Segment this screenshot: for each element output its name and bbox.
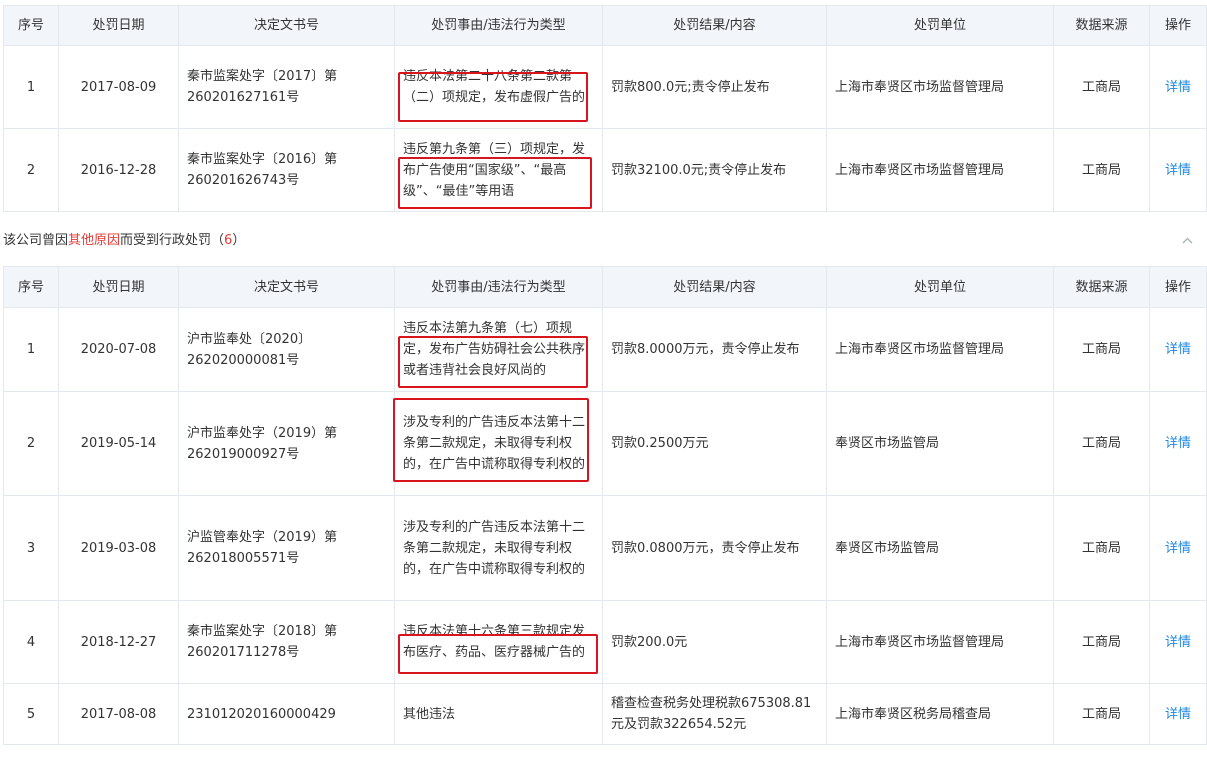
- row-date: 2019-05-14: [58, 391, 179, 496]
- row-unit: 奉贤区市场监管局: [826, 495, 1054, 601]
- row-cause-text: 违反本法第十六条第三款规定发布医疗、药品、医疗器械广告的: [403, 624, 586, 660]
- row-doc: 秦市监案处字〔2018〕第260201711278号: [178, 600, 395, 684]
- row-cause: 违反本法第十六条第三款规定发布医疗、药品、医疗器械广告的: [394, 600, 603, 684]
- row-source: 工商局: [1053, 683, 1150, 745]
- row-no: 1: [3, 307, 59, 392]
- row-source: 工商局: [1053, 391, 1150, 496]
- row-no: 3: [3, 495, 59, 601]
- section-prefix: 该公司曾因: [3, 233, 69, 248]
- row-date: 2018-12-27: [58, 600, 179, 684]
- section-other-reasons: 该公司曾因其他原因而受到行政处罚（6）: [3, 229, 1206, 253]
- penalty-table-1: 序号 处罚日期 决定文书号 处罚事由/违法行为类型 处罚结果/内容 处罚单位 数…: [3, 5, 1207, 212]
- table-row: 3 2019-03-08 沪监管奉处字（2019）第262018005571号 …: [3, 495, 1207, 601]
- row-unit: 上海市奉贤区市场监督管理局: [826, 45, 1054, 129]
- row-doc: 秦市监案处字〔2017〕第260201627161号: [178, 45, 395, 129]
- row-no: 2: [3, 391, 59, 496]
- table-row: 2 2016-12-28 秦市监案处字〔2016〕第260201626743号 …: [3, 128, 1207, 212]
- col-header-cause: 处罚事由/违法行为类型: [394, 5, 603, 46]
- col-header-source: 数据来源: [1053, 266, 1150, 308]
- col-header-unit: 处罚单位: [826, 266, 1054, 308]
- table-row: 4 2018-12-27 秦市监案处字〔2018〕第260201711278号 …: [3, 600, 1207, 684]
- table-header-row: 序号 处罚日期 决定文书号 处罚事由/违法行为类型 处罚结果/内容 处罚单位 数…: [3, 266, 1207, 308]
- col-header-action: 操作: [1149, 5, 1207, 46]
- row-unit: 奉贤区市场监管局: [826, 391, 1054, 496]
- col-header-result: 处罚结果/内容: [602, 266, 827, 308]
- row-no: 5: [3, 683, 59, 745]
- detail-link[interactable]: 详情: [1165, 80, 1191, 95]
- row-unit: 上海市奉贤区市场监督管理局: [826, 307, 1054, 392]
- table-row: 1 2017-08-09 秦市监案处字〔2017〕第260201627161号 …: [3, 45, 1207, 129]
- detail-link[interactable]: 详情: [1165, 342, 1191, 357]
- row-source: 工商局: [1053, 128, 1150, 212]
- row-cause: 涉及专利的广告违反本法第十二条第二款规定，未取得专利权的，在广告中谎称取得专利权…: [393, 391, 603, 496]
- row-doc: 231012020160000429: [178, 683, 395, 745]
- row-source: 工商局: [1053, 307, 1150, 392]
- col-header-date: 处罚日期: [58, 5, 179, 46]
- row-result: 罚款200.0元: [602, 600, 827, 684]
- row-result: 罚款0.0800万元，责令停止发布: [602, 495, 827, 601]
- section-close: ）: [232, 233, 246, 248]
- col-header-no: 序号: [3, 5, 59, 46]
- table-header-row: 序号 处罚日期 决定文书号 处罚事由/违法行为类型 处罚结果/内容 处罚单位 数…: [3, 5, 1207, 46]
- detail-link[interactable]: 详情: [1165, 163, 1191, 178]
- col-header-doc: 决定文书号: [178, 266, 395, 308]
- chevron-up-icon[interactable]: [1182, 229, 1194, 253]
- row-no: 4: [3, 600, 59, 684]
- row-cause-text: 涉及专利的广告违反本法第十二条第二款规定，未取得专利权的，在广告中谎称取得专利权…: [403, 415, 586, 472]
- col-header-unit: 处罚单位: [826, 5, 1054, 46]
- penalty-table-2: 序号 处罚日期 决定文书号 处罚事由/违法行为类型 处罚结果/内容 处罚单位 数…: [3, 266, 1207, 745]
- table-row: 2 2019-05-14 沪市监奉处字（2019）第262019000927号 …: [3, 391, 1207, 496]
- row-unit: 上海市奉贤区税务局稽查局: [826, 683, 1054, 745]
- col-header-action: 操作: [1149, 266, 1207, 308]
- row-doc: 沪市监奉处〔2020〕262020000081号: [178, 307, 395, 392]
- col-header-doc: 决定文书号: [178, 5, 395, 46]
- row-unit: 上海市奉贤区市场监督管理局: [826, 600, 1054, 684]
- detail-link[interactable]: 详情: [1165, 541, 1191, 556]
- row-result: 稽查检查税务处理税款675308.81元及罚款322654.52元: [602, 683, 827, 745]
- row-result: 罚款8.0000万元，责令停止发布: [602, 307, 827, 392]
- row-cause-text: 违反第九条第（三）项规定，发布广告使用“国家级”、“最高级”、“最佳”等用语: [403, 141, 586, 199]
- row-cause: 违反第九条第（三）项规定，发布广告使用“国家级”、“最高级”、“最佳”等用语: [394, 128, 603, 212]
- row-cause: 违反本法第二十八条第二款第（二）项规定，发布虚假广告的: [394, 45, 603, 129]
- row-date: 2017-08-08: [58, 683, 179, 745]
- col-header-no: 序号: [3, 266, 59, 308]
- row-no: 2: [3, 128, 59, 212]
- detail-link[interactable]: 详情: [1165, 635, 1191, 650]
- col-header-cause: 处罚事由/违法行为类型: [394, 266, 603, 308]
- row-source: 工商局: [1053, 45, 1150, 129]
- row-unit: 上海市奉贤区市场监督管理局: [826, 128, 1054, 212]
- col-header-date: 处罚日期: [58, 266, 179, 308]
- row-result: 罚款0.2500万元: [602, 391, 827, 496]
- row-result: 罚款32100.0元;责令停止发布: [602, 128, 827, 212]
- row-date: 2020-07-08: [58, 307, 179, 392]
- section-suffix: 而受到行政处罚（: [120, 233, 225, 248]
- row-date: 2017-08-09: [58, 45, 179, 129]
- row-source: 工商局: [1053, 600, 1150, 684]
- row-no: 1: [3, 45, 59, 129]
- row-doc: 沪市监奉处字（2019）第262019000927号: [178, 391, 395, 496]
- section-highlight: 其他原因: [68, 233, 121, 248]
- row-cause-text: 违反本法第九条第（七）项规定，发布广告妨碍社会公共秩序或者违背社会良好风尚的: [403, 321, 586, 378]
- col-header-result: 处罚结果/内容: [602, 5, 827, 46]
- col-header-source: 数据来源: [1053, 5, 1150, 46]
- row-date: 2019-03-08: [58, 495, 179, 601]
- row-cause: 涉及专利的广告违反本法第十二条第二款规定，未取得专利权的，在广告中谎称取得专利权…: [394, 495, 603, 601]
- detail-link[interactable]: 详情: [1165, 707, 1191, 722]
- row-doc: 沪监管奉处字（2019）第262018005571号: [178, 495, 395, 601]
- row-result: 罚款800.0元;责令停止发布: [602, 45, 827, 129]
- row-cause: 其他违法: [394, 683, 603, 745]
- row-doc: 秦市监案处字〔2016〕第260201626743号: [178, 128, 395, 212]
- row-cause-text: 违反本法第二十八条第二款第（二）项规定，发布虚假广告的: [403, 69, 586, 105]
- row-source: 工商局: [1053, 495, 1150, 601]
- row-cause: 违反本法第九条第（七）项规定，发布广告妨碍社会公共秩序或者违背社会良好风尚的: [394, 307, 603, 392]
- detail-link[interactable]: 详情: [1165, 436, 1191, 451]
- table-row: 1 2020-07-08 沪市监奉处〔2020〕262020000081号 违反…: [3, 307, 1207, 392]
- row-date: 2016-12-28: [58, 128, 179, 212]
- table-row: 5 2017-08-08 231012020160000429 其他违法 稽查检…: [3, 683, 1207, 745]
